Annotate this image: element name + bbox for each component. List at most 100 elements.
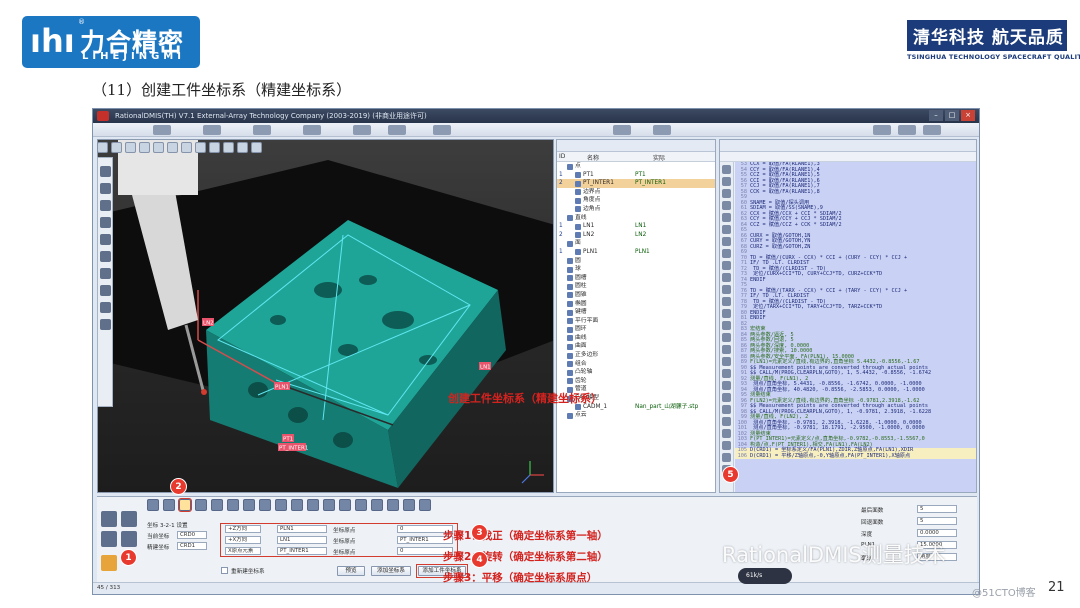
command-icon[interactable] <box>722 249 731 258</box>
probe-icon[interactable] <box>99 183 111 194</box>
tree-row[interactable]: 齿轮 <box>557 377 715 386</box>
coord-tool-icon[interactable] <box>371 499 383 511</box>
tree-row[interactable]: 面 <box>557 239 715 248</box>
tree-row[interactable]: 凸轮轴 <box>557 368 715 377</box>
command-icon[interactable] <box>722 321 731 330</box>
rebuild-coord-checkbox[interactable] <box>221 567 228 574</box>
tree-row[interactable]: 边界点 <box>557 188 715 197</box>
coord-tool-icon[interactable] <box>147 499 159 511</box>
coord-tool-icon[interactable] <box>403 499 415 511</box>
tree-row[interactable]: 圆槽 <box>557 274 715 283</box>
command-icon[interactable] <box>722 297 731 306</box>
cad-viewport[interactable]: LN2 PLN1 LN1 PT1 PT_INTER1 <box>97 139 554 493</box>
zoom-icon[interactable] <box>153 142 164 153</box>
axis-direction-select[interactable]: +Z方向 <box>225 525 261 533</box>
ribbon-tab-icon[interactable] <box>303 125 321 135</box>
tree-row[interactable]: 边角点 <box>557 205 715 214</box>
pan-icon[interactable] <box>139 142 150 153</box>
probe-icon[interactable] <box>99 200 111 211</box>
side-view-icon[interactable] <box>209 142 220 153</box>
top-view-icon[interactable] <box>195 142 206 153</box>
rotate-icon[interactable] <box>125 142 136 153</box>
command-icon[interactable] <box>722 213 731 222</box>
alignment-icon[interactable] <box>121 531 137 547</box>
command-icon[interactable] <box>722 225 731 234</box>
select-icon[interactable] <box>111 142 122 153</box>
alignment-icon[interactable] <box>121 511 137 527</box>
ribbon-tab-icon[interactable] <box>653 125 671 135</box>
command-icon[interactable] <box>722 453 731 462</box>
tree-row[interactable]: 圆柱 <box>557 282 715 291</box>
command-icon[interactable] <box>722 201 731 210</box>
command-icon[interactable] <box>722 285 731 294</box>
tree-row[interactable]: 曲面 <box>557 342 715 351</box>
tree-row[interactable]: 1 PT1 PT1 <box>557 171 715 180</box>
close-button[interactable]: × <box>961 110 975 121</box>
probe-icon[interactable] <box>99 234 111 245</box>
coord-tool-icon[interactable] <box>227 499 239 511</box>
code-line[interactable]: 106 D(CRD1) = 平移/Z轴原点,-0,Y轴原点,FA(PT_INTER… <box>735 453 976 459</box>
fit-icon[interactable] <box>167 142 178 153</box>
ribbon-tab-icon[interactable] <box>388 125 406 135</box>
render-icon[interactable] <box>237 142 248 153</box>
ribbon-tab-icon[interactable] <box>898 125 916 135</box>
probe-icon[interactable] <box>99 268 111 279</box>
tree-row[interactable]: 圆锥 <box>557 291 715 300</box>
viewport-label-ln2[interactable]: LN2 <box>202 318 214 327</box>
ribbon-tab-icon[interactable] <box>873 125 891 135</box>
coord-tool-icon[interactable] <box>307 499 319 511</box>
coord-tool-icon[interactable] <box>291 499 303 511</box>
axis-direction-select[interactable]: X原点元素 <box>225 547 261 555</box>
ribbon-tab-icon[interactable] <box>613 125 631 135</box>
coord-tool-icon[interactable] <box>355 499 367 511</box>
code-area[interactable]: 53 CCX = 取值/FA(RLANE1),3 54 CCY = 取值/FA(RLA… <box>735 162 976 492</box>
tree-row[interactable]: 圆 <box>557 257 715 266</box>
tree-row[interactable]: 2 LN2 LN2 <box>557 231 715 240</box>
property-field[interactable]: 5 <box>917 505 957 513</box>
coord-tool-icon[interactable] <box>259 499 271 511</box>
minimize-button[interactable]: – <box>929 110 943 121</box>
ribbon-tab-icon[interactable] <box>253 125 271 135</box>
viewport-label-ln1[interactable]: LN1 <box>479 362 491 371</box>
probe-icon[interactable] <box>99 285 111 296</box>
tree-row[interactable]: 曲线 <box>557 334 715 343</box>
axis-feature-field[interactable]: LN1 <box>277 536 327 544</box>
command-icon[interactable] <box>722 393 731 402</box>
tree-row[interactable]: 圆环 <box>557 325 715 334</box>
tree-row[interactable]: 平行平面 <box>557 317 715 326</box>
command-icon[interactable] <box>722 357 731 366</box>
alignment-icon[interactable] <box>101 531 117 547</box>
iso-view-icon[interactable] <box>223 142 234 153</box>
axis-feature-field[interactable]: PT_INTER1 <box>277 547 327 555</box>
command-icon[interactable] <box>722 165 731 174</box>
front-view-icon[interactable] <box>181 142 192 153</box>
property-field[interactable]: 5 <box>917 517 957 525</box>
preview-button[interactable]: 预览 <box>337 566 365 576</box>
property-field[interactable]: 0.0000 <box>917 529 957 537</box>
command-icon[interactable] <box>722 417 731 426</box>
command-icon[interactable] <box>722 309 731 318</box>
coord-tool-icon[interactable] <box>243 499 255 511</box>
fine-coord-field[interactable]: CRD1 <box>177 542 207 550</box>
command-icon[interactable] <box>722 405 731 414</box>
coord-tool-icon[interactable] <box>275 499 287 511</box>
command-icon[interactable] <box>722 441 731 450</box>
tree-row[interactable]: 键槽 <box>557 308 715 317</box>
home-view-icon[interactable] <box>97 142 108 153</box>
command-icon[interactable] <box>722 273 731 282</box>
command-icon[interactable] <box>722 177 731 186</box>
coord-tool-icon[interactable] <box>163 499 175 511</box>
tree-row[interactable]: 2 PT_INTER1 PT_INTER1 <box>557 179 715 188</box>
coord-system-icon[interactable] <box>101 555 117 571</box>
axis-feature-field[interactable]: PLN1 <box>277 525 327 533</box>
coord-tool-icon[interactable] <box>211 499 223 511</box>
command-icon[interactable] <box>722 345 731 354</box>
layers-icon[interactable] <box>251 142 262 153</box>
coord-tool-icon[interactable] <box>339 499 351 511</box>
coord-tool-icon[interactable] <box>323 499 335 511</box>
add-coord-button[interactable]: 添加坐标系 <box>371 566 411 576</box>
command-icon[interactable] <box>722 429 731 438</box>
probe-icon[interactable] <box>99 319 111 330</box>
viewport-label-pt-inter1[interactable]: PT_INTER1 <box>278 443 308 452</box>
command-icon[interactable] <box>722 237 731 246</box>
